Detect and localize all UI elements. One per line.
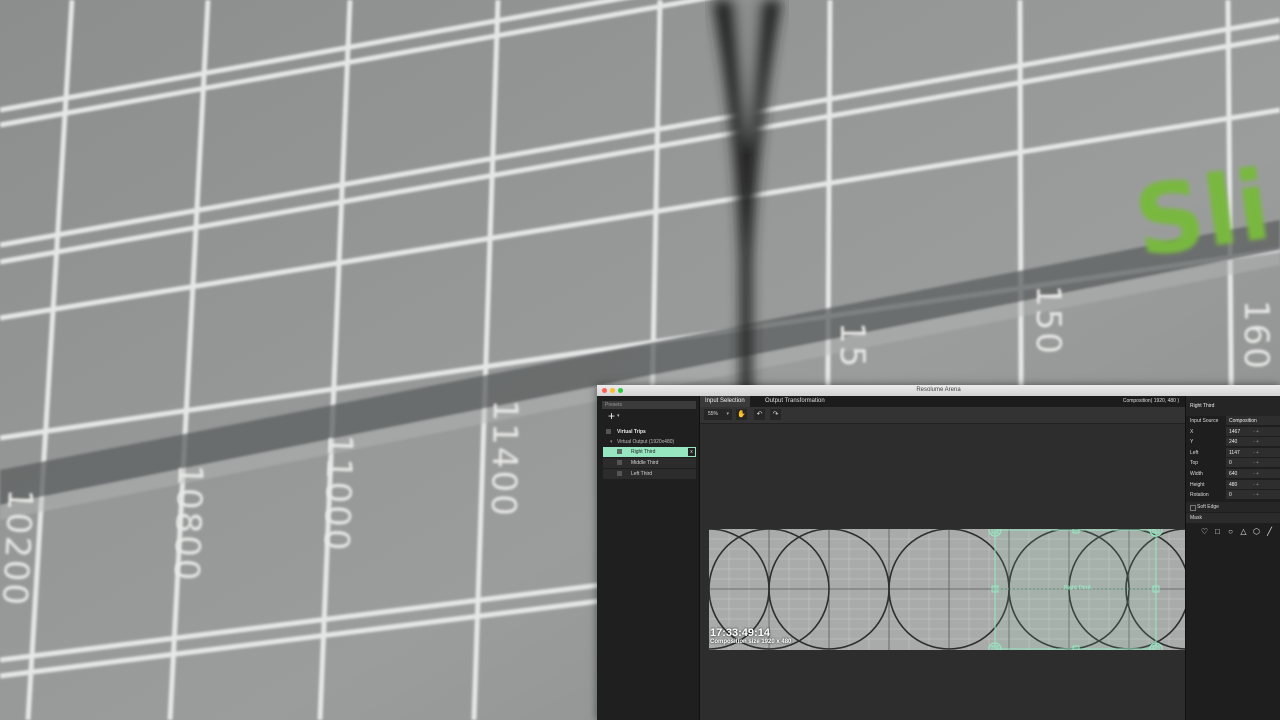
screen-icon bbox=[606, 429, 611, 434]
timecode-overlay: 17:33:49:14 bbox=[710, 627, 770, 639]
chevron-down-icon: ▾ bbox=[617, 413, 620, 419]
presets-dropdown[interactable]: Presets bbox=[602, 401, 696, 409]
stage-canvas[interactable]: 17:33:49:14 Composition size 1920 x 480 … bbox=[648, 423, 1247, 720]
zoom-window-button[interactable] bbox=[618, 388, 623, 393]
virtual-output-item[interactable]: ▾ Virtual Output (1920x480) bbox=[603, 438, 696, 446]
inspector-title: Right Third bbox=[1186, 396, 1280, 416]
soft-edge-checkbox[interactable] bbox=[1190, 505, 1196, 512]
background-number: 150 bbox=[1028, 285, 1068, 356]
circle-icon[interactable]: ○ bbox=[1226, 527, 1235, 536]
property-label: Y bbox=[1190, 439, 1194, 446]
triangle-icon[interactable]: △ bbox=[1239, 527, 1248, 536]
mask-section-header[interactable]: Mask bbox=[1186, 513, 1280, 524]
stage-area: Input Selection Output Transformation Co… bbox=[648, 396, 1247, 720]
hand-tool-button[interactable]: ✋ bbox=[736, 409, 747, 420]
property-label: Top bbox=[1190, 460, 1199, 467]
stepper-icon[interactable]: - + bbox=[1253, 437, 1259, 447]
background-slide-word: Sli bbox=[1128, 149, 1278, 279]
slice-label: Right Third bbox=[631, 449, 656, 455]
slice-item-right-third[interactable]: Right Third x bbox=[603, 447, 696, 457]
property-top-row: Top 0 - + bbox=[1186, 458, 1280, 468]
stage-tabs: Input Selection Output Transformation Co… bbox=[700, 396, 1185, 407]
property-x-row: X 1467 - + bbox=[1186, 426, 1280, 437]
resolume-window: Resolume Arena Presets + ▾ Virtual Trips … bbox=[597, 385, 1280, 720]
selected-slice-label: Right Third bbox=[1064, 585, 1091, 591]
composition-preview[interactable]: 17:33:49:14 Composition size 1920 x 480 … bbox=[648, 523, 1247, 656]
redo-button[interactable]: ↷ bbox=[770, 409, 781, 420]
stepper-icon[interactable]: - + bbox=[1253, 469, 1259, 479]
slice-item-middle-third[interactable]: Middle Third bbox=[603, 458, 696, 468]
slice-label: Middle Third bbox=[631, 460, 659, 466]
composition-size-overlay: Composition size 1920 x 480 bbox=[710, 639, 792, 645]
property-label: X bbox=[1190, 428, 1194, 435]
disclosure-arrow-icon[interactable]: ▾ bbox=[610, 438, 613, 446]
remove-slice-button[interactable]: x bbox=[688, 448, 695, 456]
tree-root-label: Virtual Trips bbox=[617, 429, 646, 435]
tab-output-transformation[interactable]: Output Transformation bbox=[760, 396, 830, 407]
screens-panel: Presets + ▾ Virtual Trips ▾ Virtual Outpu… bbox=[597, 396, 700, 720]
property-width-row: Width 640 - + bbox=[1186, 468, 1280, 479]
slice-icon bbox=[617, 449, 622, 454]
slice-icon bbox=[617, 471, 622, 476]
add-button[interactable]: + ▾ bbox=[597, 409, 699, 423]
minimize-window-button[interactable] bbox=[610, 388, 615, 393]
inspector-panel: Right Third Input Source Composition X 1… bbox=[1185, 396, 1280, 720]
tab-input-selection[interactable]: Input Selection bbox=[700, 396, 750, 407]
background-number: 11000 bbox=[315, 433, 360, 554]
zoom-value: 55% bbox=[708, 411, 719, 417]
slice-label: Left Third bbox=[631, 471, 653, 477]
stepper-icon[interactable]: - + bbox=[1253, 458, 1259, 468]
slice-item-left-third[interactable]: Left Third bbox=[603, 469, 696, 479]
virtual-output-label: Virtual Output (1920x480) bbox=[617, 439, 675, 445]
hexagon-icon[interactable]: ⬡ bbox=[1252, 527, 1261, 536]
property-label: Left bbox=[1190, 449, 1199, 456]
line-icon[interactable]: ╱ bbox=[1265, 527, 1274, 536]
input-source-select[interactable]: Composition bbox=[1226, 416, 1280, 425]
property-label: Width bbox=[1190, 470, 1203, 477]
background-number: 15 bbox=[832, 322, 872, 370]
stepper-icon[interactable]: - + bbox=[1253, 448, 1259, 458]
stage-toolbar: 55% ▾ ✋ ↶ ↷ bbox=[700, 407, 1185, 424]
stepper-icon[interactable]: - + bbox=[1253, 490, 1259, 500]
test-pattern bbox=[648, 523, 1247, 656]
hand-icon: ✋ bbox=[737, 411, 746, 418]
square-icon[interactable]: □ bbox=[1213, 527, 1222, 536]
window-title: Resolume Arena bbox=[916, 387, 961, 393]
property-y-row: Y 240 - + bbox=[1186, 437, 1280, 447]
property-height-row: Height 480 - + bbox=[1186, 479, 1280, 490]
property-rotation-row: Rotation 0 - + bbox=[1186, 490, 1280, 500]
heart-icon[interactable]: ♡ bbox=[1200, 527, 1209, 536]
composition-size-label: Composition( 1920, 480 ) bbox=[1122, 398, 1179, 404]
undo-icon: ↶ bbox=[756, 411, 763, 418]
stepper-icon[interactable]: - + bbox=[1253, 427, 1259, 437]
window-titlebar[interactable]: Resolume Arena bbox=[597, 385, 1280, 396]
close-window-button[interactable] bbox=[602, 388, 607, 393]
background-number: 160 bbox=[1236, 300, 1276, 371]
redo-icon: ↷ bbox=[772, 411, 779, 418]
zoom-select[interactable]: 55% ▾ bbox=[704, 409, 732, 420]
stepper-icon[interactable]: - + bbox=[1253, 480, 1259, 490]
undo-button[interactable]: ↶ bbox=[754, 409, 765, 420]
property-left-row: Left 1147 - + bbox=[1186, 447, 1280, 458]
background-number: 10200 bbox=[0, 487, 40, 609]
soft-edge-toggle[interactable]: Soft Edge bbox=[1186, 502, 1280, 513]
property-label: Rotation bbox=[1190, 492, 1209, 499]
slice-icon bbox=[617, 460, 622, 465]
background-number: 11400 bbox=[482, 399, 525, 519]
input-source-row: Input Source Composition bbox=[1186, 416, 1280, 426]
tree-root[interactable]: Virtual Trips bbox=[603, 427, 696, 437]
soft-edge-label: Soft Edge bbox=[1197, 504, 1219, 511]
property-label: Height bbox=[1190, 481, 1205, 488]
plus-icon: + bbox=[608, 409, 616, 423]
screen-tree: Virtual Trips ▾ Virtual Output (1920x480… bbox=[597, 427, 699, 479]
mask-shape-toolbar: ♡ □ ○ △ ⬡ ╱ bbox=[1186, 523, 1280, 536]
background-number: 10800 bbox=[165, 463, 210, 584]
chevron-down-icon: ▾ bbox=[726, 411, 729, 417]
input-source-label: Input Source bbox=[1190, 418, 1219, 424]
